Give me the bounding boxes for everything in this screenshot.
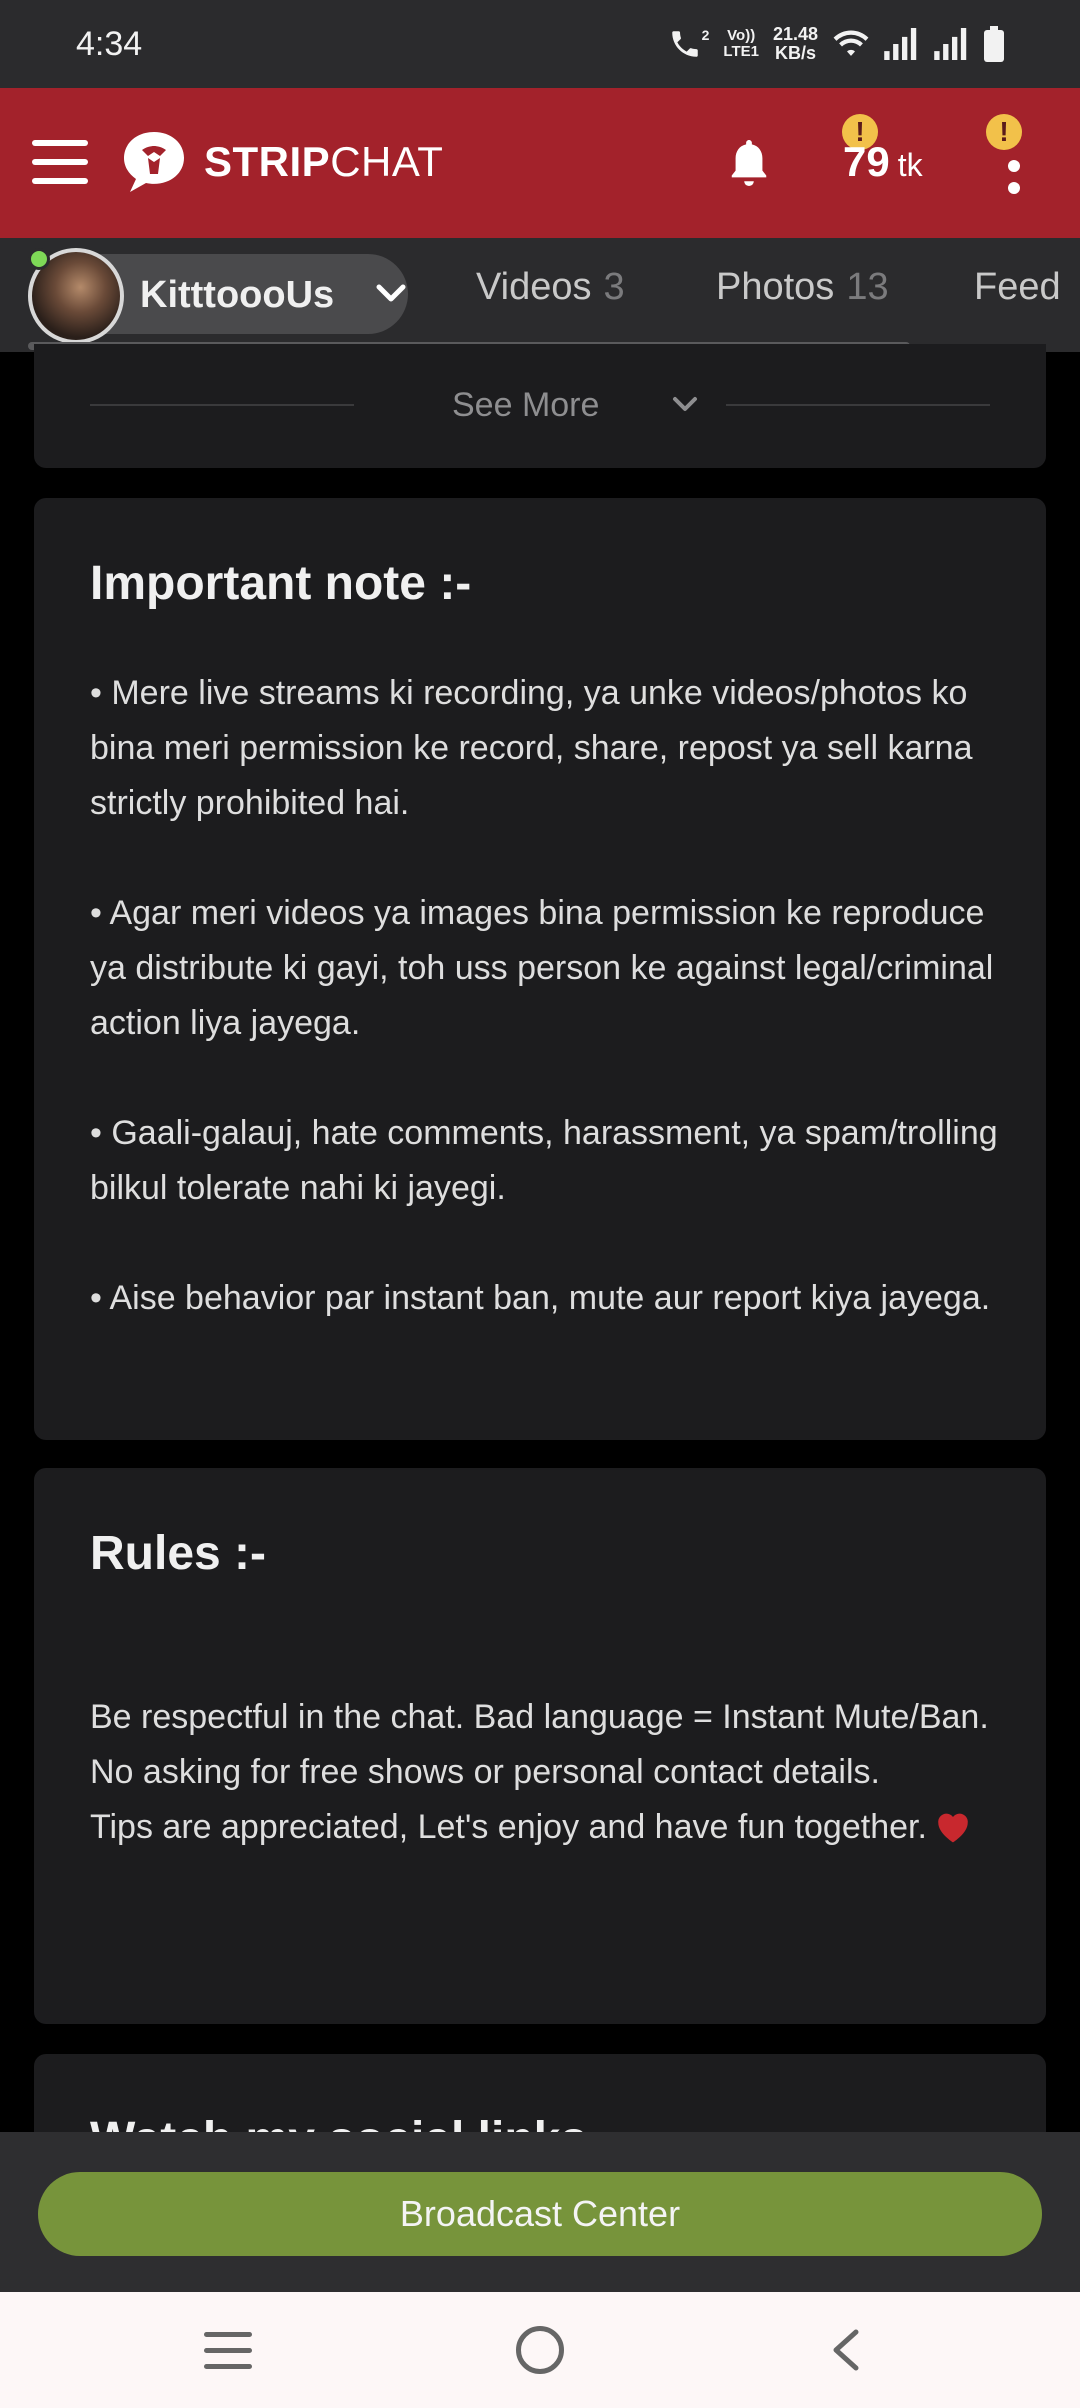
brand-light: CHAT bbox=[330, 138, 444, 185]
network-speed: 21.48 KB/s bbox=[773, 25, 818, 63]
broadcast-bar: Broadcast Center bbox=[0, 2132, 1080, 2292]
about-card: See More bbox=[34, 344, 1046, 468]
rules-card: Rules :- Be respectful in the chat. Bad … bbox=[34, 1468, 1046, 2024]
note-paragraph: • Aise behavior par instant ban, mute au… bbox=[90, 1279, 991, 1317]
important-note-body: • Mere live streams ki recording, ya unk… bbox=[90, 666, 1010, 1326]
tab-count: 13 bbox=[846, 266, 889, 308]
speed-unit: KB/s bbox=[774, 43, 816, 63]
token-balance[interactable]: 79 tk bbox=[843, 138, 923, 186]
online-status-dot bbox=[28, 248, 50, 270]
see-more-label: See More bbox=[452, 386, 600, 424]
rules-title: Rules :- bbox=[90, 1527, 267, 1580]
chevron-down-icon bbox=[673, 397, 697, 411]
signal-icon-2 bbox=[934, 28, 967, 60]
tab-feed[interactable]: Feed bbox=[974, 266, 1061, 309]
call-indicator: 2 bbox=[701, 27, 710, 43]
see-more-button[interactable]: See More bbox=[452, 386, 599, 425]
speed-value: 21.48 bbox=[772, 24, 818, 44]
battery-icon bbox=[984, 26, 1004, 62]
tab-label: Videos bbox=[476, 266, 592, 308]
broadcast-center-button[interactable]: Broadcast Center bbox=[38, 2172, 1042, 2256]
status-icons: 2 Vo)) LTE1 21.48 KB/s bbox=[668, 25, 1004, 63]
note-paragraph: • Mere live streams ki recording, ya unk… bbox=[90, 674, 973, 822]
nav-home-icon[interactable] bbox=[516, 2326, 564, 2374]
important-note-title: Important note :- bbox=[90, 557, 472, 610]
rule-line: Be respectful in the chat. Bad language … bbox=[90, 1698, 989, 1736]
token-count: 79 bbox=[843, 138, 890, 185]
stripchat-logo-icon[interactable] bbox=[120, 128, 188, 196]
status-bar: 4:34 2 Vo)) LTE1 21.48 KB/s bbox=[0, 0, 1080, 88]
menu-icon[interactable] bbox=[32, 140, 88, 184]
heart-icon bbox=[938, 1813, 968, 1843]
brand-bold: STRIP bbox=[204, 138, 331, 185]
tab-label: Photos bbox=[716, 266, 835, 308]
nav-recents-icon[interactable] bbox=[204, 2332, 252, 2372]
nav-back-icon[interactable] bbox=[826, 2328, 866, 2372]
model-selector[interactable]: KitttoooUs bbox=[28, 248, 408, 344]
note-paragraph: • Gaali-galauj, hate comments, harassmen… bbox=[90, 1114, 998, 1207]
token-unit: tk bbox=[897, 147, 923, 183]
status-time: 4:34 bbox=[76, 24, 143, 63]
see-more-row: See More bbox=[90, 382, 990, 426]
more-vertical-icon[interactable] bbox=[1008, 160, 1022, 212]
network-label: Vo)) LTE1 bbox=[723, 28, 759, 60]
phone-call-icon bbox=[671, 31, 698, 57]
rule-line: No asking for free shows or personal con… bbox=[90, 1753, 880, 1791]
tab-label: Feed bbox=[974, 266, 1061, 308]
rule-text: Tips are appreciated, Let's enjoy and ha… bbox=[90, 1808, 927, 1846]
network-label-top: Vo)) bbox=[727, 27, 756, 44]
model-name: KitttoooUs bbox=[140, 274, 335, 316]
rule-line: Tips are appreciated, Let's enjoy and ha… bbox=[90, 1800, 1010, 1855]
rules-body: Be respectful in the chat. Bad language … bbox=[90, 1690, 1010, 1855]
chevron-down-icon bbox=[376, 284, 406, 302]
bell-icon[interactable] bbox=[726, 136, 772, 190]
app-header: STRIPCHAT ! 79 tk ! bbox=[0, 88, 1080, 238]
tab-count: 3 bbox=[603, 266, 625, 308]
tab-photos[interactable]: Photos 13 bbox=[716, 266, 889, 309]
note-paragraph: • Agar meri videos ya images bina permis… bbox=[90, 894, 994, 1042]
divider bbox=[726, 404, 990, 406]
divider bbox=[90, 404, 354, 406]
wifi-icon bbox=[833, 30, 869, 56]
network-label-bottom: LTE1 bbox=[723, 43, 759, 60]
tab-videos[interactable]: Videos 3 bbox=[476, 266, 625, 309]
brand-logo-text[interactable]: STRIPCHAT bbox=[204, 138, 443, 186]
signal-icon bbox=[884, 28, 917, 60]
more-alert-icon[interactable]: ! bbox=[986, 114, 1022, 150]
profile-tab-bar: KitttoooUs Videos 3 Photos 13 Feed bbox=[0, 238, 1080, 352]
system-nav-bar bbox=[0, 2292, 1080, 2408]
important-note-card: Important note :- • Mere live streams ki… bbox=[34, 498, 1046, 1440]
